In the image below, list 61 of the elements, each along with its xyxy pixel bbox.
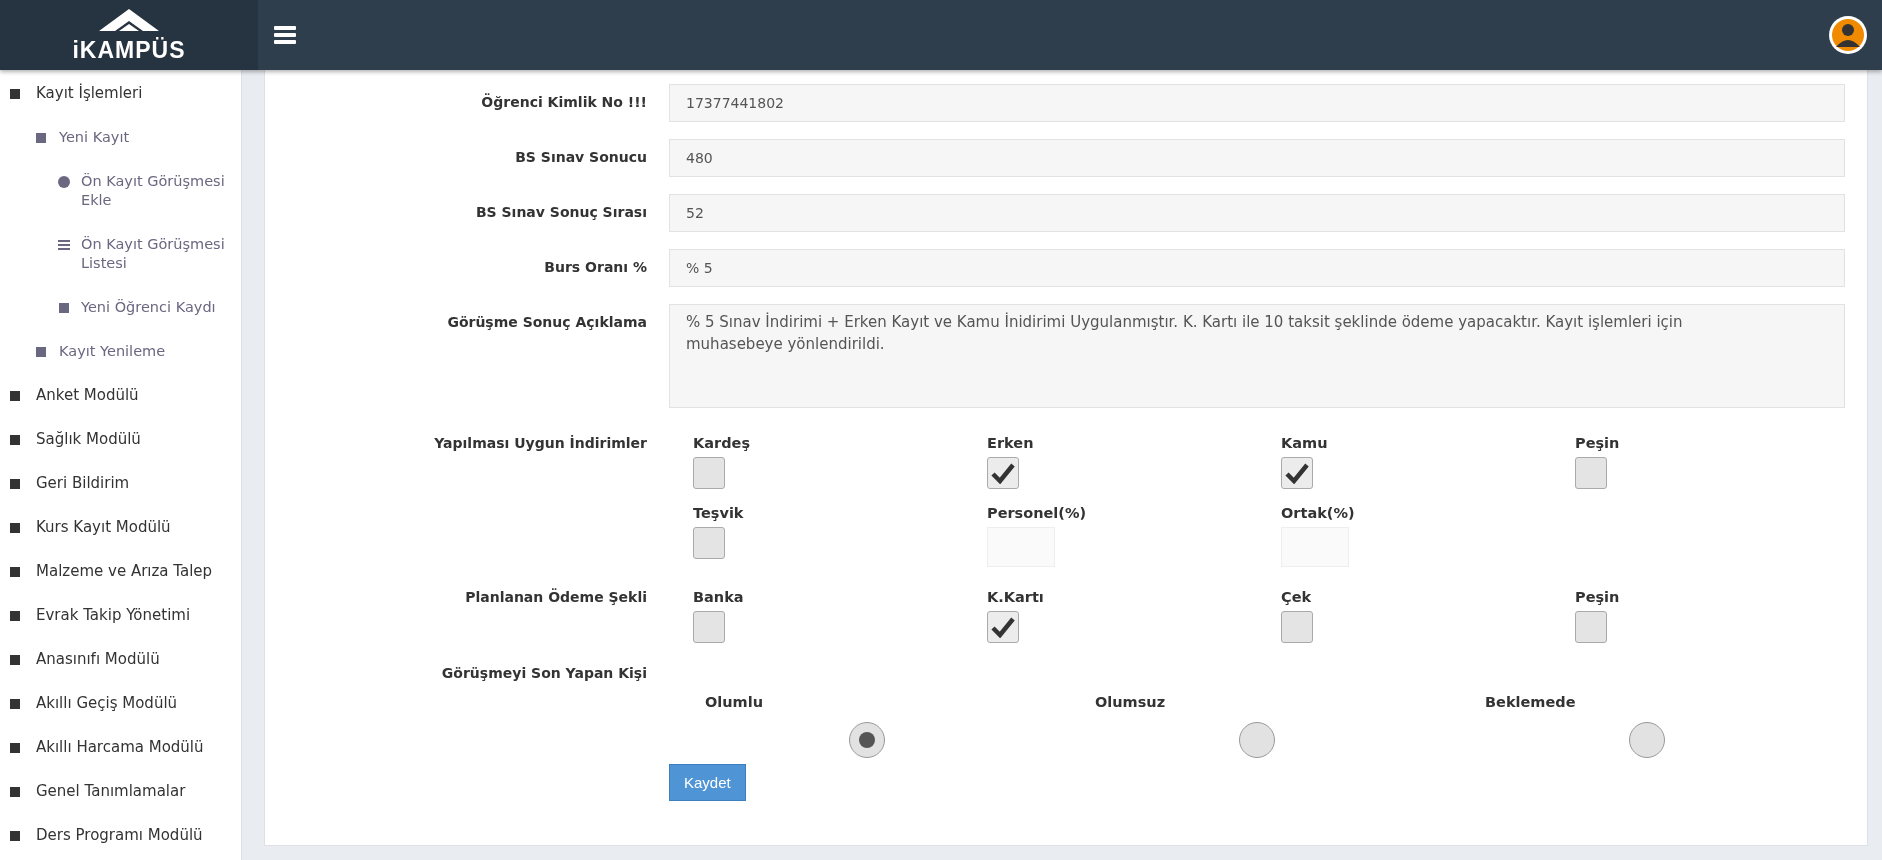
option-label: Peşin (1575, 588, 1620, 605)
checkbox[interactable] (693, 527, 725, 559)
sidebar-item[interactable]: Ön Kayıt Görüşmesi Ekle (0, 164, 241, 218)
option-label: Banka (693, 588, 744, 605)
option-label: Olumsuz (1095, 694, 1167, 710)
sidebar-item[interactable]: Akıllı Geçiş Modülü (0, 686, 241, 721)
sidebar-item[interactable]: Kayıt Yenileme (0, 334, 241, 369)
radio-button[interactable] (1629, 722, 1665, 758)
option-label: Erken (987, 434, 1034, 451)
sidebar-item[interactable]: Genel Tanımlamalar (0, 774, 241, 809)
plus-circle-icon (57, 175, 71, 189)
input-field[interactable]: 52 (669, 194, 1845, 232)
checkbox[interactable] (987, 611, 1019, 643)
sidebar-item[interactable]: Ön Kayıt Görüşmesi Listesi (0, 227, 241, 281)
checkbox[interactable] (1575, 611, 1607, 643)
sidebar-item[interactable]: Kayıt İşlemleri (0, 76, 241, 111)
field-label: Yapılması Uygun İndirimler (433, 434, 647, 453)
list-icon (57, 238, 71, 252)
option-label: Çek (1281, 588, 1312, 605)
field-label: Görüşme Sonuç Açıklama (446, 313, 647, 332)
option-label: Personel(%) (987, 504, 1087, 521)
input-field[interactable]: 480 (669, 139, 1845, 177)
option-label: Teşvik (693, 504, 744, 521)
menu-icon[interactable] (274, 26, 296, 44)
option-label: Ortak(%) (1281, 504, 1355, 521)
logo-text: iKAMPÜS (72, 38, 186, 62)
sidebar-item[interactable]: Akıllı Harcama Modülü (0, 730, 241, 765)
checkbox[interactable] (1281, 611, 1313, 643)
sidebar-item[interactable]: Ders Programı Modülü (0, 818, 241, 853)
checkbox[interactable] (693, 611, 725, 643)
sidebar-item[interactable]: Evrak Takip Yönetimi (0, 598, 241, 633)
field-label: Görüşmeyi Son Yapan Kişi (440, 664, 647, 681)
sidebar-item[interactable]: Malzeme ve Arıza Talep (0, 554, 241, 589)
option-label: Beklemede (1485, 694, 1577, 710)
checkbox[interactable] (1281, 457, 1313, 489)
field-label: Planlanan Ödeme Şekli (464, 587, 647, 607)
sidebar-item[interactable]: Yeni Öğrenci Kaydı (0, 290, 241, 325)
field-label: Öğrenci Kimlik No !!! (480, 92, 647, 112)
sidebar-item[interactable]: Kurs Kayıt Modülü (0, 510, 241, 545)
radio-button[interactable] (849, 722, 885, 758)
checkbox[interactable] (693, 457, 725, 489)
sidebar-item[interactable]: Anket Modülü (0, 378, 241, 413)
input-field[interactable]: % 5 (669, 249, 1845, 287)
checkbox[interactable] (987, 457, 1019, 489)
option-label: Peşin (1575, 434, 1620, 451)
sidebar-item[interactable]: Geri Bildirim (0, 466, 241, 501)
input-field[interactable]: 17377441802 (669, 84, 1845, 122)
radio-button[interactable] (1239, 722, 1275, 758)
user-avatar-icon[interactable] (1828, 15, 1868, 55)
option-label: Kardeş (693, 434, 751, 451)
sidebar-item[interactable]: Yeni Kayıt (0, 120, 241, 155)
checkbox[interactable] (1575, 457, 1607, 489)
sidebar-item[interactable]: Anasınıfı Modülü (0, 642, 241, 677)
field-label: BS Sınav Sonuç Sırası (474, 203, 647, 222)
option-label: Kamu (1281, 434, 1328, 451)
field-label: Burs Oranı % (543, 258, 647, 277)
sidebar-item[interactable]: Sağlık Modülü (0, 422, 241, 457)
field-label: BS Sınav Sonucu (514, 148, 647, 167)
option-label: K.Kartı (987, 588, 1044, 605)
textarea-field[interactable]: % 5 Sınav İndirimi + Erken Kayıt ve Kamu İnidirimi Uygulanmıştır. K. Kartı ile 10 taksit şeklinde ödeme yapacaktır. Kayıt işlemleri için muhasebeye yönlendirildi. (669, 304, 1845, 408)
option-label: Olumlu (705, 694, 765, 710)
